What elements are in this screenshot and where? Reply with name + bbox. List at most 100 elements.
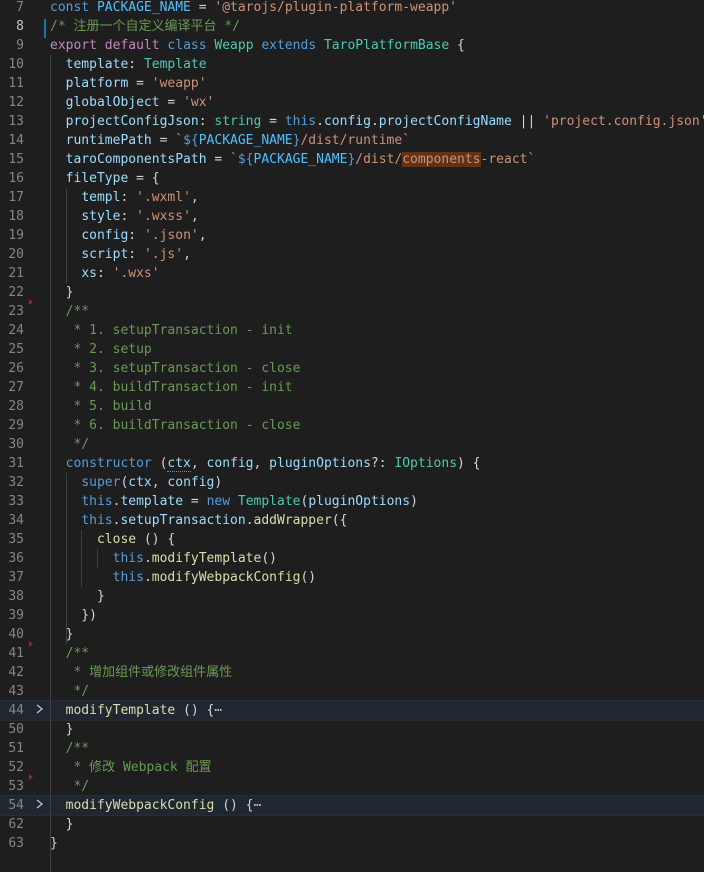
code-line[interactable]: 10 template: Template bbox=[0, 55, 704, 74]
code-text[interactable]: } bbox=[50, 283, 704, 302]
line-number[interactable]: 33 bbox=[0, 492, 24, 511]
code-text[interactable]: */ bbox=[50, 435, 704, 454]
code-line[interactable]: 54 modifyWebpackConfig () {⋯ bbox=[0, 795, 704, 816]
code-line[interactable]: 16 fileType = { bbox=[0, 169, 704, 188]
code-line[interactable]: 24 * 1. setupTransaction - init bbox=[0, 321, 704, 340]
code-line[interactable]: 40 } bbox=[0, 625, 704, 644]
code-text[interactable]: /** bbox=[50, 739, 704, 758]
code-line[interactable]: 21 xs: '.wxs' bbox=[0, 264, 704, 283]
code-text[interactable]: this.modifyWebpackConfig() bbox=[50, 568, 704, 587]
code-text[interactable]: close () { bbox=[50, 530, 704, 549]
code-line[interactable]: 42 * 增加组件或修改组件属性 bbox=[0, 663, 704, 682]
code-text[interactable]: modifyWebpackConfig () {⋯ bbox=[50, 796, 704, 815]
line-number[interactable]: 9 bbox=[0, 36, 24, 55]
code-text[interactable]: globalObject = 'wx' bbox=[50, 93, 704, 112]
line-number[interactable]: 13 bbox=[0, 112, 24, 131]
line-number[interactable]: 21 bbox=[0, 264, 24, 283]
line-number[interactable]: 12 bbox=[0, 93, 24, 112]
line-number[interactable]: 16 bbox=[0, 169, 24, 188]
line-number[interactable]: 38 bbox=[0, 587, 24, 606]
line-number[interactable]: 29 bbox=[0, 416, 24, 435]
line-number[interactable]: 18 bbox=[0, 207, 24, 226]
code-line[interactable]: 34 this.setupTransaction.addWrapper({ bbox=[0, 511, 704, 530]
code-text[interactable]: config: '.json', bbox=[50, 226, 704, 245]
code-text[interactable]: * 3. setupTransaction - close bbox=[50, 359, 704, 378]
chevron-right-icon[interactable] bbox=[32, 796, 46, 815]
line-number[interactable]: 7 bbox=[0, 0, 24, 17]
code-text[interactable]: } bbox=[50, 720, 704, 739]
line-number[interactable]: 11 bbox=[0, 74, 24, 93]
code-text[interactable]: template: Template bbox=[50, 55, 704, 74]
code-text[interactable]: modifyTemplate () {⋯ bbox=[50, 701, 704, 720]
code-text[interactable]: export default class Weapp extends TaroP… bbox=[50, 36, 704, 55]
code-text[interactable]: this.setupTransaction.addWrapper({ bbox=[50, 511, 704, 530]
line-number[interactable]: 31 bbox=[0, 454, 24, 473]
code-text[interactable]: /** bbox=[50, 302, 704, 321]
code-line[interactable]: 15 taroComponentsPath = `${PACKAGE_NAME}… bbox=[0, 150, 704, 169]
line-number[interactable]: 23 bbox=[0, 302, 24, 321]
code-line[interactable]: 28 * 5. build bbox=[0, 397, 704, 416]
code-line[interactable]: 39 }) bbox=[0, 606, 704, 625]
code-text[interactable]: taroComponentsPath = `${PACKAGE_NAME}/di… bbox=[50, 150, 704, 169]
code-text[interactable]: * 2. setup bbox=[50, 340, 704, 359]
code-line[interactable]: 62 } bbox=[0, 815, 704, 834]
line-number[interactable]: 24 bbox=[0, 321, 24, 340]
code-line[interactable]: 35 close () { bbox=[0, 530, 704, 549]
code-line[interactable]: 41 /** bbox=[0, 644, 704, 663]
code-text[interactable]: */ bbox=[50, 682, 704, 701]
code-line[interactable]: 63} bbox=[0, 834, 704, 853]
code-text[interactable]: platform = 'weapp' bbox=[50, 74, 704, 93]
code-text[interactable]: } bbox=[50, 834, 704, 853]
line-number[interactable]: 43 bbox=[0, 682, 24, 701]
line-number[interactable]: 30 bbox=[0, 435, 24, 454]
code-line[interactable]: 9 export default class Weapp extends Taro… bbox=[0, 36, 704, 55]
code-line[interactable]: 52 * 修改 Webpack 配置 bbox=[0, 758, 704, 777]
code-line[interactable]: 12 globalObject = 'wx' bbox=[0, 93, 704, 112]
code-text[interactable]: * 5. build bbox=[50, 397, 704, 416]
code-line[interactable]: 7 const PACKAGE_NAME = '@tarojs/plugin-pl… bbox=[0, 0, 704, 17]
line-number[interactable]: 50 bbox=[0, 720, 24, 739]
line-number[interactable]: 42 bbox=[0, 663, 24, 682]
line-number[interactable]: 22 bbox=[0, 283, 24, 302]
code-line[interactable]: 20 script: '.js', bbox=[0, 245, 704, 264]
code-line[interactable]: 18 style: '.wxss', bbox=[0, 207, 704, 226]
code-text[interactable]: fileType = { bbox=[50, 169, 704, 188]
code-line[interactable]: 17 templ: '.wxml', bbox=[0, 188, 704, 207]
code-line[interactable]: 44 modifyTemplate () {⋯ bbox=[0, 700, 704, 721]
code-line[interactable]: 37 this.modifyWebpackConfig() bbox=[0, 568, 704, 587]
code-text[interactable]: } bbox=[50, 625, 704, 644]
line-number[interactable]: 32 bbox=[0, 473, 24, 492]
code-text[interactable]: this.template = new Template(pluginOptio… bbox=[50, 492, 704, 511]
code-text[interactable]: * 1. setupTransaction - init bbox=[50, 321, 704, 340]
code-line[interactable]: 27 * 4. buildTransaction - init bbox=[0, 378, 704, 397]
code-line[interactable]: 23 /** bbox=[0, 302, 704, 321]
code-text[interactable]: script: '.js', bbox=[50, 245, 704, 264]
code-line[interactable]: 51 /** bbox=[0, 739, 704, 758]
code-line[interactable]: 36 this.modifyTemplate() bbox=[0, 549, 704, 568]
chevron-right-icon[interactable] bbox=[32, 701, 46, 720]
code-line[interactable]: 43 */ bbox=[0, 682, 704, 701]
code-line[interactable]: 19 config: '.json', bbox=[0, 226, 704, 245]
code-text[interactable]: const PACKAGE_NAME = '@tarojs/plugin-pla… bbox=[50, 0, 704, 17]
code-text[interactable]: /* 注册一个自定义编译平台 */ bbox=[50, 17, 704, 36]
code-text[interactable]: */ bbox=[50, 777, 704, 796]
line-number[interactable]: 40 bbox=[0, 625, 24, 644]
line-number[interactable]: 39 bbox=[0, 606, 24, 625]
code-text[interactable]: * 增加组件或修改组件属性 bbox=[50, 663, 704, 682]
line-number[interactable]: 25 bbox=[0, 340, 24, 359]
line-number[interactable]: 62 bbox=[0, 815, 24, 834]
line-number[interactable]: 63 bbox=[0, 834, 24, 853]
code-text[interactable]: }) bbox=[50, 606, 704, 625]
code-text[interactable]: xs: '.wxs' bbox=[50, 264, 704, 283]
code-text[interactable]: } bbox=[50, 815, 704, 834]
code-line[interactable]: 11 platform = 'weapp' bbox=[0, 74, 704, 93]
line-number[interactable]: 44 bbox=[0, 701, 24, 720]
code-text[interactable]: super(ctx, config) bbox=[50, 473, 704, 492]
line-number[interactable]: 41 bbox=[0, 644, 24, 663]
code-line[interactable]: 31 constructor (ctx, config, pluginOptio… bbox=[0, 454, 704, 473]
line-number[interactable]: 35 bbox=[0, 530, 24, 549]
code-text[interactable]: runtimePath = `${PACKAGE_NAME}/dist/runt… bbox=[50, 131, 704, 150]
code-text[interactable]: constructor (ctx, config, pluginOptions?… bbox=[50, 454, 704, 473]
code-editor[interactable]: 7 const PACKAGE_NAME = '@tarojs/plugin-pl… bbox=[0, 0, 704, 872]
code-text[interactable]: * 6. buildTransaction - close bbox=[50, 416, 704, 435]
